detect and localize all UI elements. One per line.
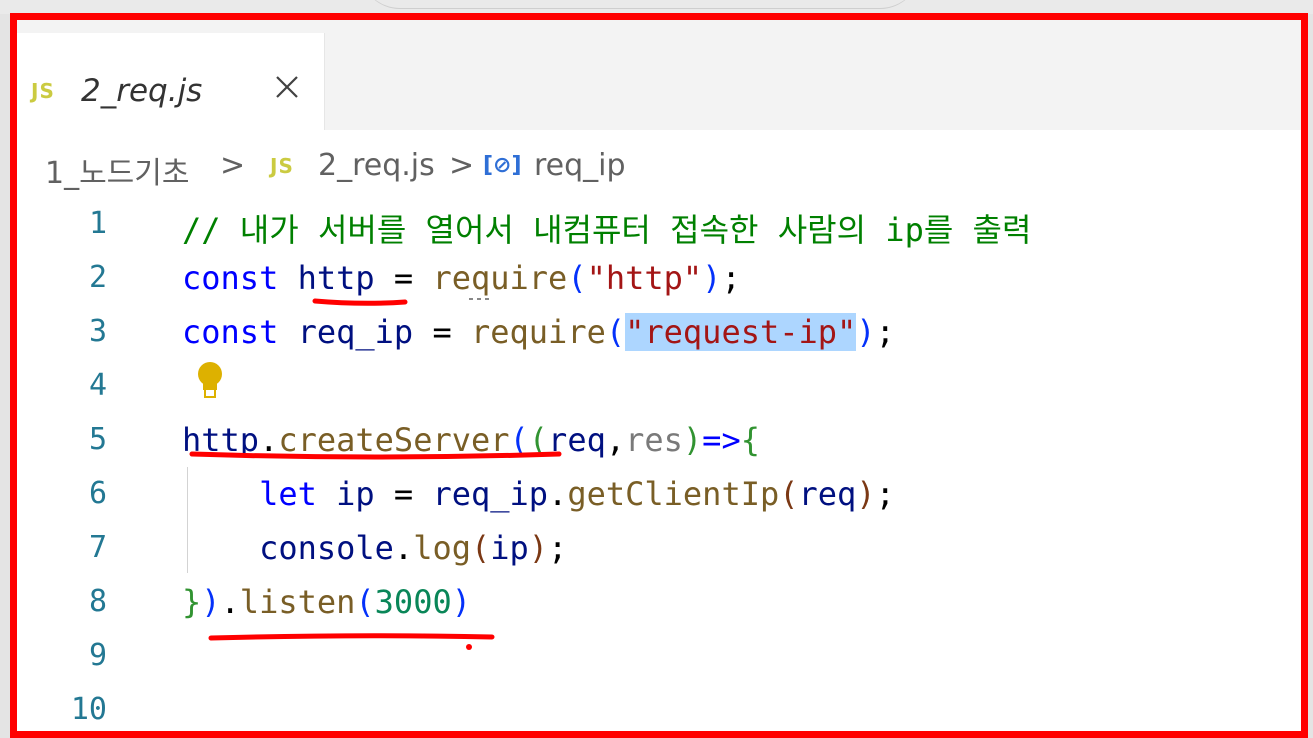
line-number: 10 — [70, 692, 107, 727]
js-file-icon: JS — [31, 79, 55, 103]
identifier-token: req — [798, 475, 857, 513]
close-icon[interactable] — [267, 67, 307, 107]
paren-token: ( — [567, 259, 587, 297]
dot-token: . — [393, 529, 414, 567]
dot-token: . — [259, 421, 279, 459]
dot-token: . — [548, 475, 568, 513]
identifier-token: console — [259, 529, 394, 567]
paren-token: ( — [470, 529, 491, 567]
function-token: require — [470, 313, 606, 351]
identifier-token: ip — [490, 529, 529, 567]
symbol-variable-icon: [⊘] — [483, 153, 522, 178]
identifier-token: req_ip — [432, 475, 549, 513]
brace-token: } — [182, 583, 202, 621]
breadcrumb-symbol[interactable]: req_ip — [534, 148, 626, 183]
keyword-token: const — [182, 259, 279, 297]
chevron-right-icon: > — [220, 148, 246, 183]
line-number: 8 — [88, 584, 107, 619]
tab-label: 2_req.js — [81, 73, 203, 109]
line-number: 1 — [88, 206, 107, 241]
window-top-edge — [360, 0, 920, 9]
code-text: let ip = req_ip.getClientIp(req); — [182, 475, 895, 513]
code-line[interactable]: 5 http.createServer((req,res)=>{ — [17, 414, 1301, 467]
paren-token: ( — [528, 421, 549, 459]
line-number: 5 — [88, 422, 107, 457]
breadcrumb-folder[interactable]: 1_노드기초 — [45, 148, 190, 192]
arrow-token: => — [702, 421, 741, 459]
tab-bar: JS 2_req.js — [17, 20, 1301, 130]
code-text: const http = require("http"); — [182, 259, 741, 297]
line-number: 7 — [88, 530, 107, 565]
paren-token: ) — [201, 583, 221, 621]
line-number: 4 — [88, 368, 107, 403]
line-number: 6 — [88, 476, 107, 511]
window-top-strip — [0, 0, 1313, 14]
paren-token: ) — [451, 583, 471, 621]
code-text: http.createServer((req,res)=>{ — [182, 421, 760, 459]
highlight-frame: JS 2_req.js 1_노드기초 > JS 2_req.js > [⊘] r… — [10, 13, 1308, 738]
paren-token: ( — [605, 313, 626, 351]
operator-token: = — [374, 475, 433, 513]
js-file-icon: JS — [270, 154, 294, 178]
brace-token: { — [740, 421, 760, 459]
operator-token: = — [413, 313, 471, 351]
param-token-unused: res — [625, 421, 683, 459]
line-number: 3 — [88, 314, 107, 349]
operator-token: = — [374, 259, 433, 297]
function-token: log — [413, 529, 471, 567]
paren-token: ) — [528, 529, 549, 567]
keyword-token: let — [259, 475, 317, 513]
code-text: }).listen(3000) — [182, 583, 471, 621]
function-token: getClientIp — [567, 475, 780, 513]
dot-token: . — [220, 583, 240, 621]
code-line[interactable]: 1 // 내가 서버를 열어서 내컴퓨터 접속한 사람의 ip를 출력 — [17, 198, 1301, 251]
code-line[interactable]: 2 const http = require("http"); — [17, 252, 1301, 305]
code-text: // 내가 서버를 열어서 내컴퓨터 접속한 사람의 ip를 출력 — [182, 205, 1031, 251]
code-text: console.log(ip); — [182, 529, 567, 567]
code-line[interactable]: 10 — [17, 684, 1301, 731]
line-number: 9 — [88, 638, 107, 673]
number-token: 3000 — [374, 583, 452, 621]
semicolon-token: ; — [875, 313, 895, 351]
tab-2-req-js[interactable]: JS 2_req.js — [17, 33, 325, 130]
paren-token: ) — [856, 475, 876, 513]
code-line[interactable]: 3 const req_ip = require("request-ip"); — [17, 306, 1301, 359]
string-token: "http" — [586, 259, 703, 297]
semicolon-token: ; — [548, 529, 568, 567]
paren-token: ) — [682, 421, 703, 459]
code-text: const req_ip = require("request-ip"); — [182, 313, 895, 351]
identifier-token: http — [182, 421, 260, 459]
comment-token: // 내가 서버를 열어서 내컴퓨터 접속한 사람의 ip를 출력 — [182, 211, 1032, 249]
function-token: require — [432, 259, 568, 297]
keyword-token: const — [182, 313, 279, 351]
identifier-token: req_ip — [297, 313, 414, 351]
identifier-token: http — [297, 259, 375, 297]
code-line[interactable]: 9 — [17, 630, 1301, 683]
comma-token: , — [605, 421, 626, 459]
line-number: 2 — [88, 260, 107, 295]
lightbulb-icon[interactable] — [194, 360, 226, 400]
breadcrumb-file[interactable]: 2_req.js — [318, 148, 435, 183]
paren-token: ( — [509, 421, 529, 459]
paren-token: ) — [702, 259, 722, 297]
code-line[interactable]: 8 }).listen(3000) — [17, 576, 1301, 629]
function-token: listen — [239, 583, 356, 621]
string-token-selected: "request-ip" — [625, 313, 857, 351]
param-token: req — [548, 421, 606, 459]
paren-token: ( — [355, 583, 375, 621]
breadcrumb: 1_노드기초 > JS 2_req.js > [⊘] req_ip — [17, 135, 1301, 195]
semicolon-token: ; — [875, 475, 895, 513]
paren-token: ( — [779, 475, 799, 513]
code-line[interactable]: 7 console.log(ip); — [17, 522, 1301, 575]
paren-token: ) — [856, 313, 876, 351]
identifier-token: ip — [336, 475, 375, 513]
semicolon-token: ; — [721, 259, 741, 297]
function-token: createServer — [278, 421, 510, 459]
code-line[interactable]: 6 let ip = req_ip.getClientIp(req); — [17, 468, 1301, 521]
chevron-right-icon: > — [449, 148, 475, 183]
